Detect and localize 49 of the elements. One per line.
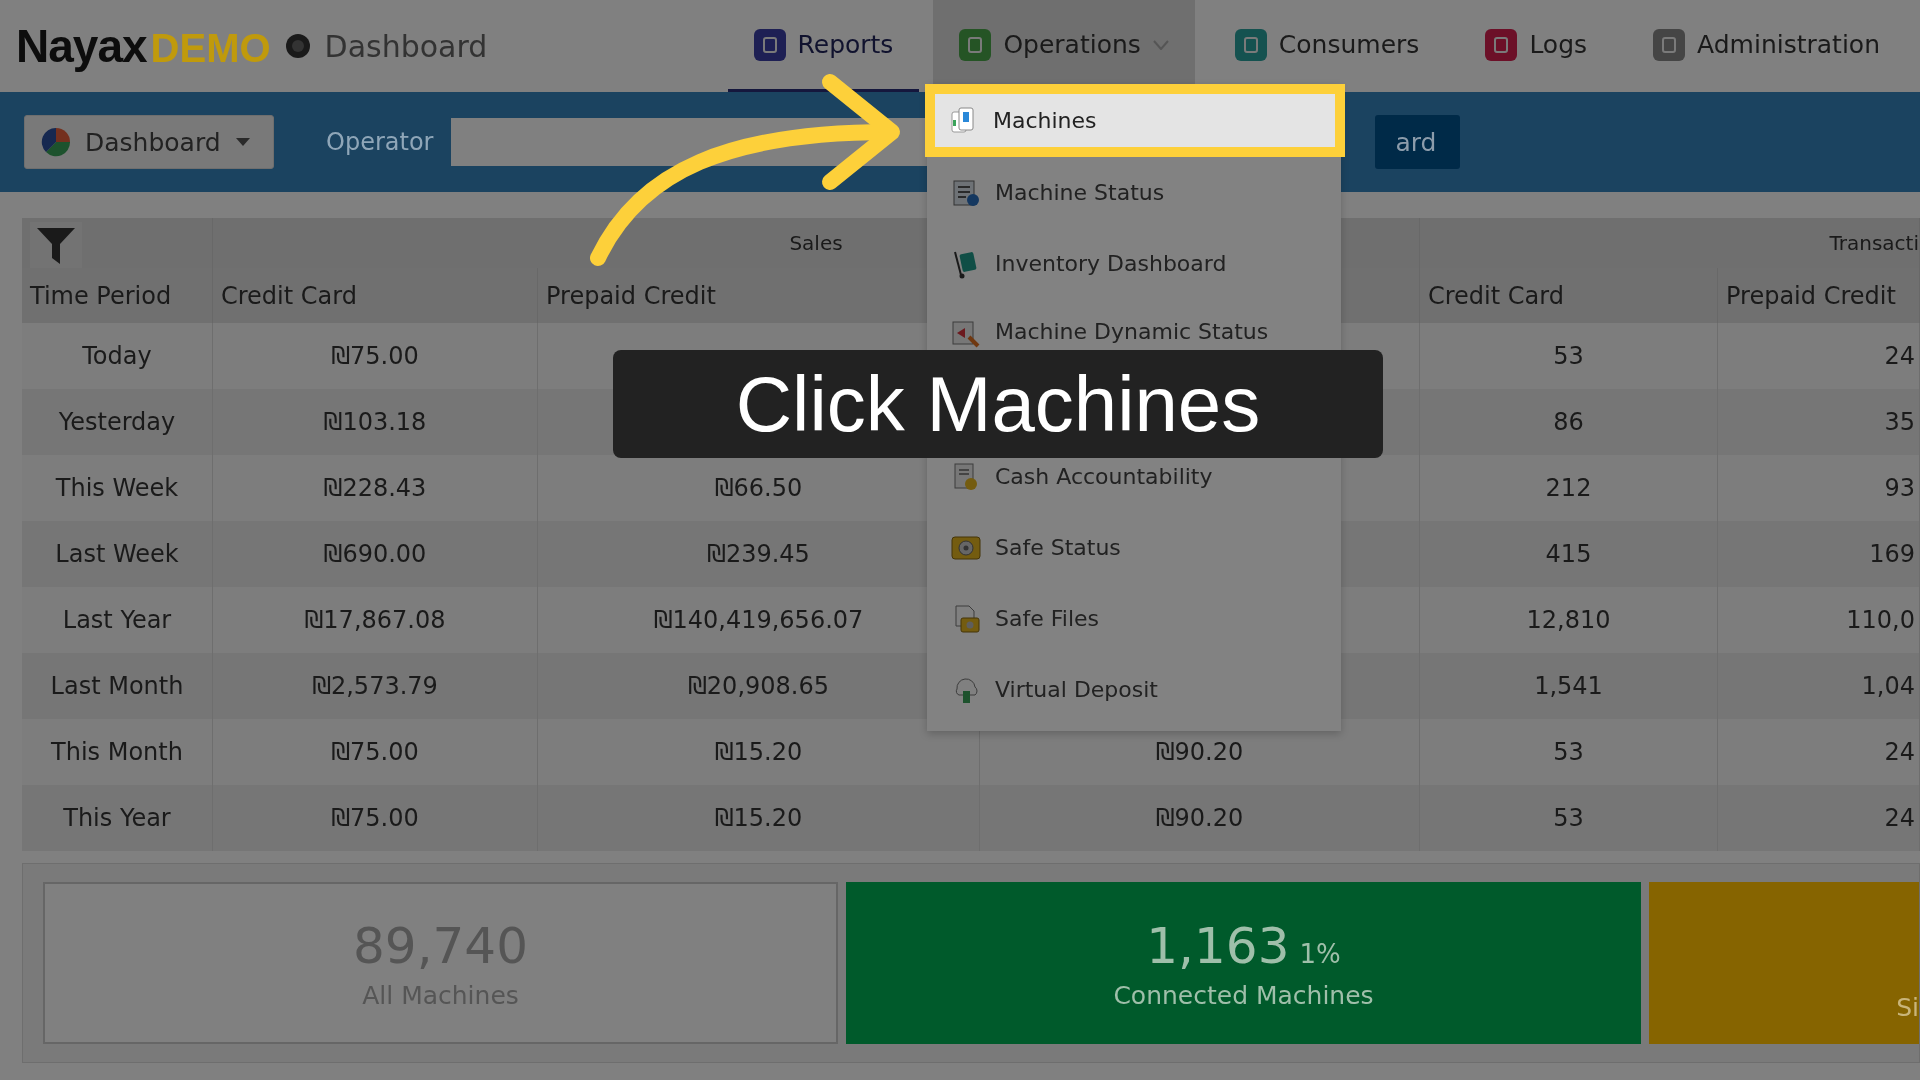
table-cell: ₪239.45 <box>707 540 810 568</box>
table-cell: ₪140,419,656.07 <box>653 606 864 634</box>
table-cell: ₪90.20 <box>1155 804 1244 832</box>
page-title: Dashboard <box>324 28 488 64</box>
table-cell: This Month <box>51 738 183 766</box>
table-cell: ₪75.00 <box>331 804 419 832</box>
table-cell: 53 <box>1553 738 1584 766</box>
card-label: Si <box>1896 993 1919 1022</box>
table-cell: 24 <box>1884 342 1915 370</box>
operator-label: Operator <box>326 128 434 156</box>
table-cell: 1,04 <box>1861 672 1915 700</box>
table-cell: ₪17,867.08 <box>304 606 446 634</box>
table-cell: This Week <box>55 474 179 502</box>
table-cell: ₪15.20 <box>714 804 803 832</box>
card-percent: 1% <box>1299 938 1341 969</box>
table-cell: ₪66.50 <box>714 474 803 502</box>
table-cell: 86 <box>1553 408 1584 436</box>
table-cell: ₪75.00 <box>331 342 419 370</box>
table-cell: ₪90.20 <box>1155 738 1244 766</box>
table-cell: Last Month <box>50 672 184 700</box>
logo: NayaxDEMO <box>16 19 271 73</box>
table-cell: ₪690.00 <box>323 540 427 568</box>
card-label: Connected Machines <box>1113 980 1374 1010</box>
column-group-header: Transacti <box>1420 218 1920 268</box>
card-value: 1,163 <box>1146 916 1290 975</box>
table-cell: 53 <box>1553 804 1584 832</box>
table-cell: 53 <box>1553 342 1584 370</box>
table-cell: 415 <box>1545 540 1592 568</box>
table-cell: 35 <box>1884 408 1915 436</box>
table-cell: ₪15.20 <box>714 738 803 766</box>
table-cell: Yesterday <box>58 408 176 436</box>
table-cell: ₪228.43 <box>323 474 427 502</box>
table-cell: 24 <box>1884 738 1915 766</box>
table-cell: 169 <box>1869 540 1915 568</box>
table-cell: This Year <box>63 804 171 832</box>
table-cell: ₪75.00 <box>331 738 419 766</box>
table-cell: 110,0 <box>1846 606 1915 634</box>
table-cell: 24 <box>1884 804 1915 832</box>
table-cell: 12,810 <box>1526 606 1611 634</box>
table-cell: Today <box>82 342 152 370</box>
table-cell: 212 <box>1545 474 1592 502</box>
instruction-tooltip: Click Machines <box>613 350 1383 458</box>
table-cell: Last Year <box>62 606 172 634</box>
table-cell: 1,541 <box>1534 672 1603 700</box>
table-cell: Last Week <box>55 540 179 568</box>
table-cell: ₪103.18 <box>323 408 427 436</box>
table-cell: ₪2,573.79 <box>312 672 438 700</box>
table-cell: 93 <box>1884 474 1915 502</box>
table-cell: ₪20,908.65 <box>688 672 829 700</box>
